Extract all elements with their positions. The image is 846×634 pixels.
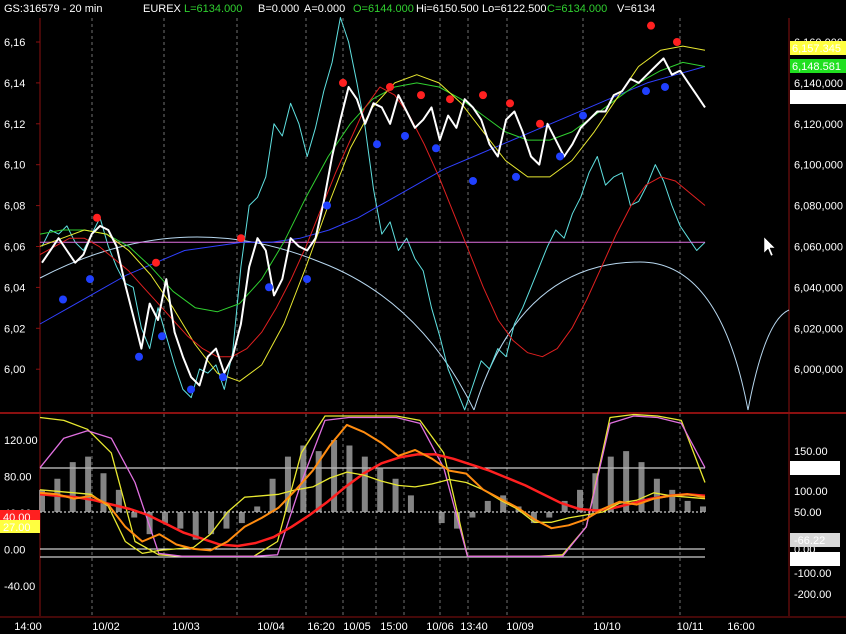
swing-high-marker [417, 91, 425, 100]
swing-high-marker [673, 38, 681, 46]
price-tick-right: 6,080,000 [794, 201, 843, 213]
swing-low-marker [401, 132, 409, 141]
cycle-arc [747, 309, 790, 411]
price-tick-left: 6,12 [4, 119, 25, 131]
osc-right-tag-label: 110.00 [794, 463, 827, 475]
price-tick-right: 6,040,000 [794, 282, 843, 294]
oscillator-series-line [39, 413, 706, 557]
swing-low-marker [579, 111, 587, 120]
time-axis-label: 16:20 [307, 621, 335, 633]
time-axis-label: 15:00 [380, 621, 408, 633]
price-tick-right: 6,060,000 [794, 242, 843, 254]
swing-low-marker [158, 332, 166, 341]
time-axis-label: 13:40 [460, 621, 488, 633]
time-axis-label: 10/06 [426, 621, 454, 633]
price-tick-right: 6,020,000 [794, 323, 843, 335]
cycle-arc [473, 261, 749, 411]
swing-low-marker [469, 176, 477, 185]
price-value-tag-label: 6,148.581 [792, 61, 841, 73]
time-axis-label: 10/02 [92, 621, 120, 633]
swing-high-marker [93, 213, 101, 222]
swing-high-marker [237, 234, 245, 243]
osc-tick-right: -100.00 [794, 568, 831, 580]
time-axis-label: 10/03 [172, 621, 200, 633]
price-tick-left: 6,08 [4, 201, 25, 213]
swing-high-marker [386, 82, 394, 91]
price-tick-left: 6,14 [4, 78, 25, 90]
mouse-cursor-icon [763, 236, 776, 257]
swing-low-marker [556, 152, 564, 161]
swing-low-marker [512, 172, 520, 181]
osc-right-tag-label: -110.00 [794, 554, 831, 566]
price-tick-left: 6,06 [4, 242, 25, 254]
price-tick-right: 6,120,000 [794, 119, 843, 131]
osc-left-tag-label: 27.00 [3, 522, 31, 534]
time-axis-label: 10/04 [257, 621, 285, 633]
swing-low-marker [661, 82, 669, 91]
swing-high-marker [506, 99, 514, 108]
osc-tick-right: 150.00 [794, 446, 828, 458]
swing-low-marker [59, 295, 67, 304]
price-series-line [39, 86, 706, 358]
swing-high-marker [152, 258, 160, 267]
price-tick-left: 6,04 [4, 282, 25, 294]
price-tick-left: 6,10 [4, 160, 25, 172]
swing-low-marker [219, 373, 227, 382]
swing-low-marker [265, 283, 273, 292]
swing-low-marker [373, 140, 381, 149]
time-axis-label: 10/09 [506, 621, 534, 633]
price-series-line [41, 17, 706, 411]
osc-right-tag-label: -66.22 [794, 535, 825, 547]
price-tick-left: 6,16 [4, 37, 25, 49]
swing-low-marker [432, 144, 440, 153]
price-tick-right: 6,100,000 [794, 160, 843, 172]
time-axis-label: 16:00 [727, 621, 755, 633]
osc-tick-right: 100.00 [794, 486, 828, 498]
swing-high-marker [446, 95, 454, 104]
swing-low-marker [187, 385, 195, 394]
osc-tick-left: 0.00 [4, 545, 25, 557]
price-tick-right: 6,140,000 [794, 78, 843, 90]
time-axis-label: 10/11 [677, 621, 704, 633]
osc-tick-right: 50.00 [794, 507, 822, 519]
swing-high-marker [536, 119, 544, 128]
swing-low-marker [86, 275, 94, 284]
price-tick-left: 6,00 [4, 364, 25, 376]
price-tick-right: 6,000,000 [794, 364, 843, 376]
price-value-tag-label: 6,134.000 [792, 92, 841, 104]
time-axis-label: 14:00 [14, 621, 42, 633]
swing-low-marker [323, 201, 331, 210]
chart-canvas[interactable]: 6,166,146,126,106,086,066,046,026,006,16… [0, 0, 846, 634]
cycle-arc [39, 236, 475, 411]
price-value-tag-label: 6,157.345 [792, 43, 841, 55]
swing-low-marker [135, 352, 143, 361]
swing-high-marker [647, 21, 655, 30]
price-series-line [39, 61, 706, 313]
osc-tick-left: 80.00 [4, 472, 32, 484]
time-axis-label: 10/10 [593, 621, 621, 633]
osc-tick-left: 120.00 [4, 435, 38, 447]
swing-high-marker [479, 91, 487, 100]
swing-low-marker [642, 87, 650, 96]
swing-low-marker [303, 275, 311, 284]
time-axis-label: 10/05 [343, 621, 371, 633]
osc-tick-right: -200.00 [794, 589, 831, 601]
price-tick-left: 6,02 [4, 323, 25, 335]
swing-high-marker [339, 78, 347, 87]
osc-tick-left: -40.00 [4, 581, 35, 593]
